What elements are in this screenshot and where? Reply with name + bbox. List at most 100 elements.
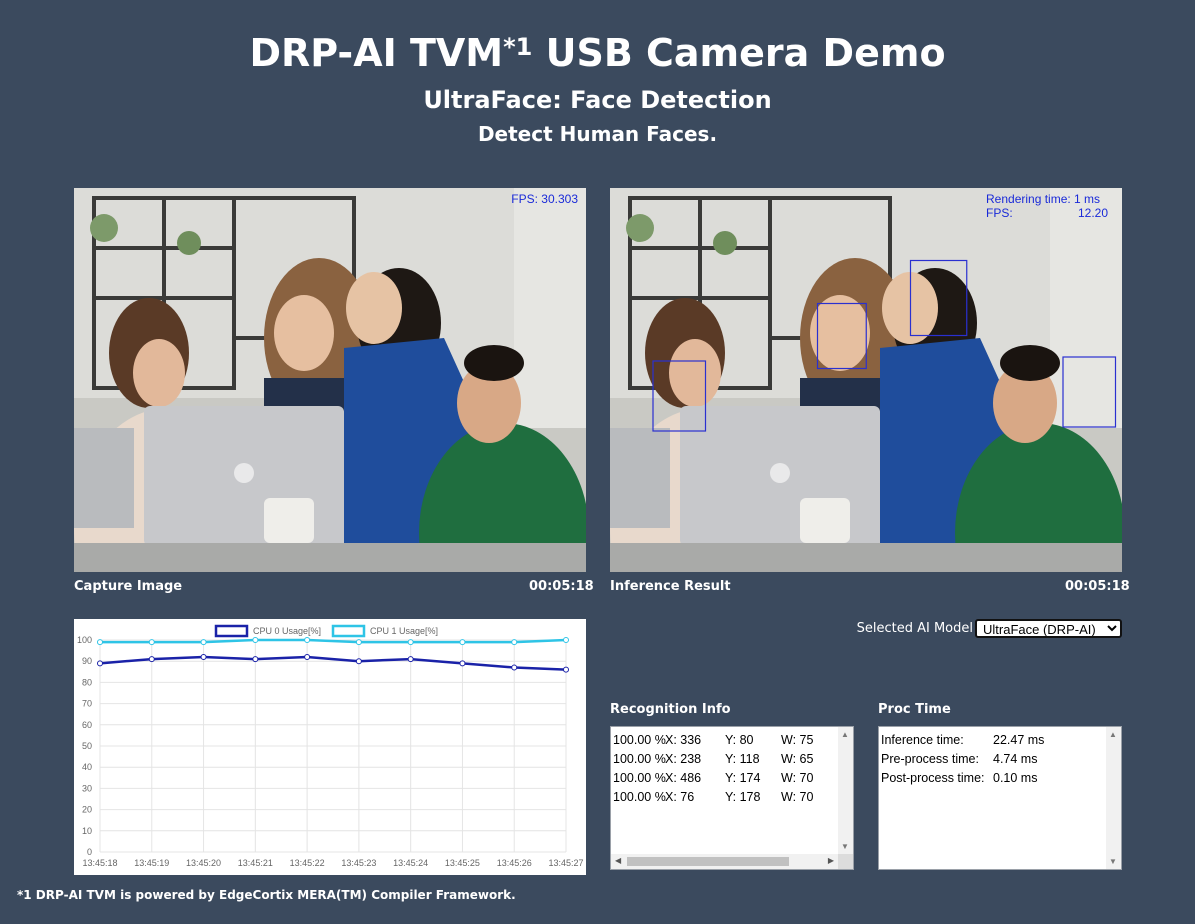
- inference-time: 00:05:18: [1065, 579, 1130, 594]
- data-point-cpu0: [407, 656, 414, 663]
- recognition-row: 100.00 % X: 76 Y: 178 W: 70: [613, 788, 821, 807]
- scroll-up-icon[interactable]: ▲: [841, 730, 849, 739]
- inference-caption: Inference Result: [610, 579, 731, 594]
- recognition-w: W: 65: [781, 752, 814, 766]
- x-tick-label: 13:45:20: [186, 858, 221, 868]
- y-tick-label: 50: [82, 741, 92, 751]
- data-point-cpu1: [304, 637, 311, 643]
- data-point-cpu0: [511, 664, 518, 671]
- ai-model-select[interactable]: UltraFace (DRP-AI): [975, 619, 1122, 638]
- recognition-x: X: 76: [665, 790, 695, 804]
- recognition-x: X: 486: [665, 771, 702, 785]
- model-select-label: Selected AI Model: [856, 621, 973, 636]
- proc-time-row: Post-process time: 0.10 ms: [881, 769, 1044, 788]
- scroll-right-icon[interactable]: ▶: [828, 856, 834, 865]
- data-point-cpu1: [407, 639, 414, 646]
- recognition-row: 100.00 % X: 486 Y: 174 W: 70: [613, 769, 821, 788]
- scroll-up-icon[interactable]: ▲: [1109, 730, 1117, 739]
- recognition-y: Y: 118: [725, 752, 760, 766]
- data-point-cpu0: [200, 653, 207, 660]
- legend-swatch: [214, 624, 249, 638]
- data-point-cpu1: [252, 637, 259, 643]
- y-tick-label: 70: [82, 699, 92, 709]
- proc-time-value: 4.74 ms: [993, 752, 1038, 766]
- inference-fps: FPS: 12.20: [986, 206, 1108, 220]
- scroll-corner: [838, 854, 853, 869]
- y-tick-label: 30: [82, 783, 92, 793]
- recognition-info-title: Recognition Info: [610, 702, 731, 717]
- x-tick-label: 13:45:26: [497, 858, 532, 868]
- cpu-usage-chart: 0 10 20 30 40 50 60 70 80 90 100 13:45:18 13:45:19 13…: [74, 619, 586, 875]
- scroll-down-icon[interactable]: ▼: [841, 842, 849, 851]
- data-point-cpu0: [355, 658, 362, 665]
- y-tick-label: 60: [82, 720, 92, 730]
- x-tick-label: 13:45:24: [393, 858, 428, 868]
- data-point-cpu0: [304, 653, 311, 660]
- proc-time-label: Inference time:: [881, 733, 964, 747]
- page-title: DRP-AI TVM*1 USB Camera Demo: [249, 31, 946, 75]
- data-point-cpu1: [563, 637, 569, 643]
- capture-image: FPS: 30.303: [74, 188, 586, 572]
- data-point-cpu1: [459, 639, 466, 646]
- x-tick-label: 13:45:21: [238, 858, 273, 868]
- recognition-y: Y: 174: [725, 771, 761, 785]
- proc-time-label: Pre-process time:: [881, 752, 979, 766]
- x-tick-label: 13:45:23: [341, 858, 376, 868]
- recognition-x: X: 336: [665, 733, 702, 747]
- y-tick-label: 100: [77, 635, 92, 645]
- recognition-score: 100.00 %: [613, 790, 666, 804]
- cpu-chart-svg: 0 10 20 30 40 50 60 70 80 90 100 13:45:18 13:45:19 13…: [77, 624, 584, 868]
- scroll-left-icon[interactable]: ◀: [615, 856, 621, 865]
- y-tick-label: 40: [82, 762, 92, 772]
- y-tick-label: 90: [82, 656, 92, 666]
- recognition-rows: 100.00 % X: 336 Y: 80 W: 75 100.00 % X: 238 Y:…: [613, 731, 821, 807]
- inference-overlay: Rendering time: 1 ms FPS: 12.20: [986, 192, 1108, 220]
- data-point-cpu0: [148, 656, 155, 663]
- legend-label: CPU 1 Usage[%]: [370, 626, 438, 636]
- data-point-cpu1: [511, 639, 518, 646]
- inference-image: Rendering time: 1 ms FPS: 12.20: [610, 188, 1122, 572]
- model-select-row: Selected AI Model UltraFace (DRP-AI): [857, 619, 1122, 638]
- recognition-score: 100.00 %: [613, 752, 666, 766]
- proc-time-box[interactable]: Inference time: 22.47 ms Pre-process time:…: [878, 726, 1122, 870]
- recognition-score: 100.00 %: [613, 771, 666, 785]
- title-footnote-mark: *1: [503, 33, 533, 61]
- proc-time-value: 0.10 ms: [993, 771, 1038, 785]
- recognition-vscroll[interactable]: ▲ ▼: [838, 727, 853, 854]
- proc-time-value: 22.47 ms: [993, 733, 1045, 747]
- x-tick-label: 13:45:19: [134, 858, 169, 868]
- proc-time-vscroll[interactable]: ▲ ▼: [1106, 727, 1121, 869]
- capture-fps: FPS: 30.303: [511, 192, 578, 206]
- data-point-cpu0: [252, 656, 259, 663]
- recognition-w: W: 70: [781, 771, 814, 785]
- y-tick-label: 10: [82, 826, 92, 836]
- model-subtitle: UltraFace: Face Detection: [423, 86, 772, 114]
- data-point-cpu0: [459, 660, 466, 667]
- data-point-cpu1: [148, 639, 155, 646]
- proc-time-rows: Inference time: 22.47 ms Pre-process time:…: [881, 731, 1044, 788]
- y-tick-label: 80: [82, 677, 92, 687]
- recognition-hscroll[interactable]: ◀ ▶: [611, 854, 838, 869]
- proc-time-label: Post-process time:: [881, 771, 985, 785]
- legend-swatch: [331, 624, 366, 638]
- y-tick-label: 0: [87, 847, 92, 857]
- hscroll-thumb[interactable]: [627, 857, 789, 866]
- recognition-y: Y: 80: [725, 733, 754, 747]
- recognition-score: 100.00 %: [613, 733, 666, 747]
- rendering-time: Rendering time: 1 ms: [986, 192, 1101, 206]
- capture-time: 00:05:18: [529, 579, 594, 594]
- data-point-cpu0: [97, 660, 103, 667]
- legend-label: CPU 0 Usage[%]: [253, 626, 321, 636]
- recognition-x: X: 238: [665, 752, 702, 766]
- data-point-cpu1: [355, 639, 362, 646]
- data-point-cpu1: [200, 639, 207, 646]
- recognition-info-box[interactable]: 100.00 % X: 336 Y: 80 W: 75 100.00 % X: 238 Y:…: [610, 726, 854, 870]
- capture-caption: Capture Image: [74, 579, 183, 594]
- footer-note: *1 DRP-AI TVM is powered by EdgeCortix M…: [17, 888, 516, 902]
- x-tick-label: 13:45:27: [548, 858, 583, 868]
- proc-time-row: Inference time: 22.47 ms: [881, 731, 1044, 750]
- scroll-down-icon[interactable]: ▼: [1109, 857, 1117, 866]
- task-description: Detect Human Faces.: [477, 122, 718, 146]
- recognition-y: Y: 178: [725, 790, 761, 804]
- recognition-row: 100.00 % X: 336 Y: 80 W: 75: [613, 731, 821, 750]
